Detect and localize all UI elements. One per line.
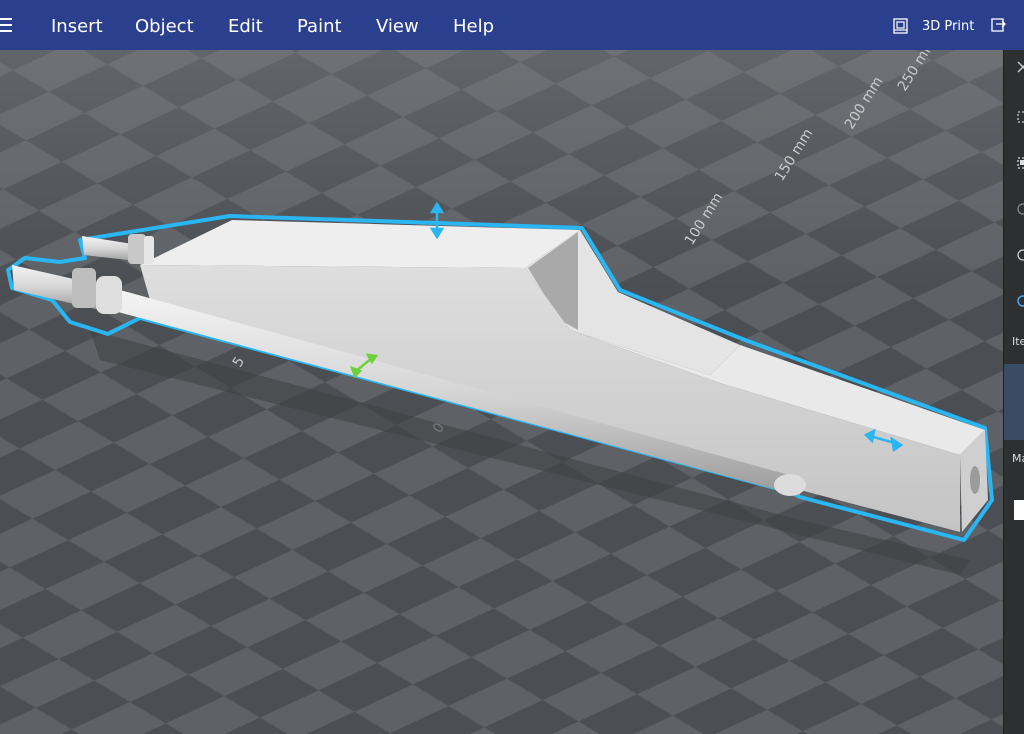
menu-paint[interactable]: Paint [297,16,342,37]
group-select-icon[interactable] [1016,156,1024,170]
menu-insert[interactable]: Insert [51,16,103,37]
printer-3d-icon [893,18,908,34]
lower-washer [96,276,122,314]
share-icon[interactable] [990,17,1008,39]
menu-help[interactable]: Help [453,16,494,37]
material-swatch[interactable] [1014,500,1024,520]
material-label: Ma [1012,452,1024,465]
menu-edit[interactable]: Edit [228,16,263,37]
menu-view[interactable]: View [376,16,419,37]
upper-nut [128,234,146,264]
rod-end [774,474,806,496]
rotate-tool-icon[interactable] [1016,294,1024,308]
menu-object[interactable]: Object [135,16,194,37]
brush-icon[interactable] [1016,202,1024,216]
select-icon[interactable] [1016,110,1024,124]
lower-nut [72,268,96,308]
hamburger-icon[interactable] [0,18,16,32]
scene-canvas[interactable]: 250 mm 200 mm 150 mm 100 mm 5 0 [0,50,1003,734]
menu-bar: Insert Object Edit Paint View Help 3D Pr… [0,0,1024,50]
print-3d-label: 3D Print [922,18,975,34]
side-panel: Ite Ma [1003,50,1024,734]
print-3d-button[interactable]: 3D Print [892,17,974,35]
close-icon[interactable] [1016,60,1024,74]
circle-icon[interactable] [1016,248,1024,262]
items-label: Ite [1012,335,1024,348]
upper-washer [144,236,154,264]
items-list[interactable] [1004,364,1024,440]
end-hole [970,466,980,494]
viewport-3d[interactable]: 250 mm 200 mm 150 mm 100 mm 5 0 [0,50,1003,734]
